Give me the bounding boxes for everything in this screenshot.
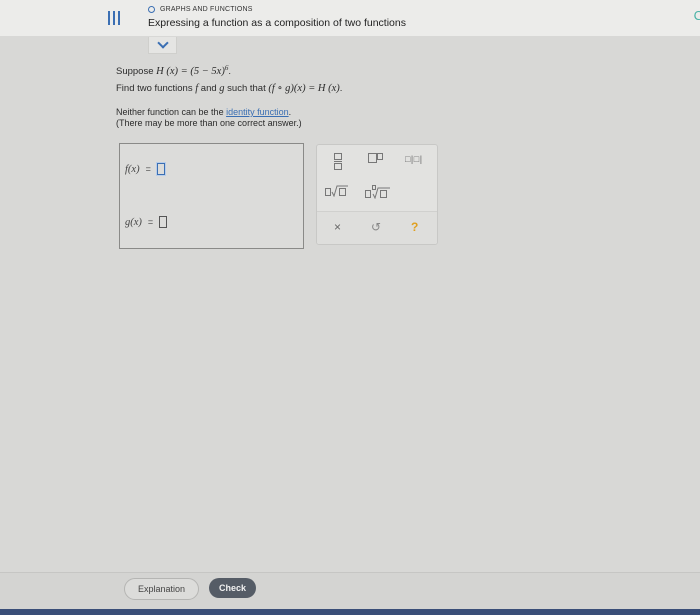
math-palette: □|□| × ↺ ?: [316, 144, 438, 245]
corner-c-icon: C: [693, 8, 700, 23]
page: GRAPHS AND FUNCTIONS Expressing a functi…: [0, 0, 700, 615]
problem-line-2: Find two functions f and g such that (f …: [116, 82, 342, 94]
explanation-button[interactable]: Explanation: [124, 578, 199, 600]
exponent-icon[interactable]: [368, 153, 383, 163]
section-label: GRAPHS AND FUNCTIONS: [160, 6, 253, 13]
f-answer-row: f(x) =: [125, 163, 165, 175]
problem-line-3: Neither function can be the identity fun…: [116, 107, 291, 117]
check-button[interactable]: Check: [209, 578, 256, 598]
menu-icon[interactable]: [108, 11, 120, 25]
composition-equation: (f ∘ g)(x) = H (x): [268, 83, 340, 94]
identity-function-link[interactable]: identity function: [226, 107, 289, 117]
problem-text: such that: [224, 83, 269, 94]
clear-icon[interactable]: ×: [334, 220, 341, 234]
fraction-icon[interactable]: [334, 153, 342, 170]
g-input[interactable]: [159, 216, 168, 228]
help-icon[interactable]: ?: [411, 220, 418, 234]
problem-line-1: Suppose H (x) = (5 − 5x)6.: [116, 64, 231, 77]
g-label: g(x): [125, 216, 142, 228]
section-circle-icon: [148, 6, 155, 13]
equals-sign: =: [145, 164, 151, 174]
nth-root-icon[interactable]: [365, 185, 391, 201]
answer-box: f(x) = g(x) =: [119, 143, 304, 249]
page-title: Expressing a function as a composition o…: [148, 17, 406, 29]
period: .: [339, 83, 343, 94]
g-answer-row: g(x) =: [125, 216, 168, 228]
bottom-strip: [0, 609, 700, 615]
absolute-value-icon[interactable]: □|□|: [405, 154, 423, 164]
chevron-down-icon: [156, 37, 169, 49]
problem-text: Find two functions: [116, 83, 196, 94]
period: .: [228, 66, 231, 78]
header-bar: GRAPHS AND FUNCTIONS Expressing a functi…: [0, 0, 700, 37]
function-h: H (x) = (5 − 5x): [156, 66, 225, 78]
footer-bar: Explanation Check: [0, 572, 700, 615]
undo-icon[interactable]: ↺: [371, 220, 381, 234]
period: .: [288, 107, 292, 117]
problem-text: Neither function can be the: [116, 107, 227, 117]
f-input[interactable]: [156, 163, 165, 175]
problem-line-4: (There may be more than one correct answ…: [116, 118, 302, 128]
palette-actions: × ↺ ?: [317, 211, 437, 244]
problem-text: Suppose: [116, 66, 157, 78]
collapse-button[interactable]: [148, 37, 177, 54]
section-breadcrumb: GRAPHS AND FUNCTIONS: [148, 6, 253, 13]
problem-text: and: [198, 83, 220, 94]
f-label: f(x): [125, 163, 140, 175]
main-content: [0, 36, 700, 572]
square-root-icon[interactable]: [325, 185, 349, 199]
equals-sign: =: [147, 217, 154, 227]
